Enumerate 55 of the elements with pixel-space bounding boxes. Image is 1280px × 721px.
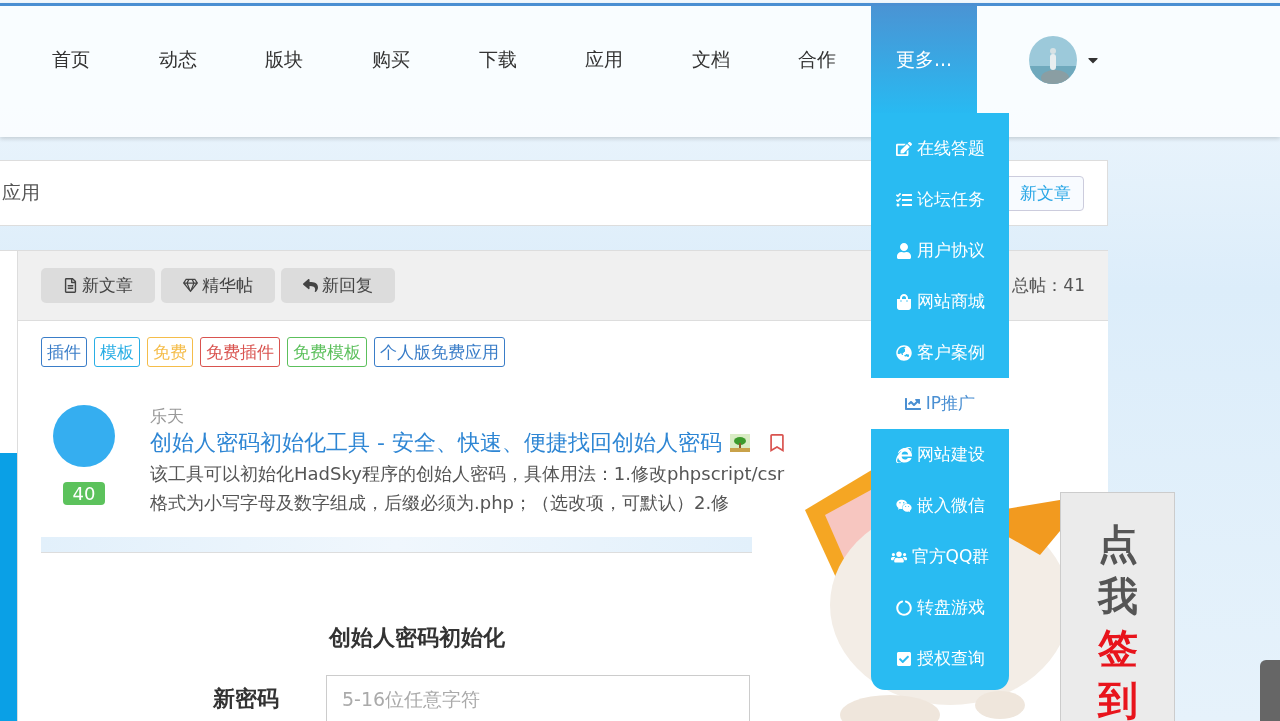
menu-item[interactable]: 嵌入微信 xyxy=(871,480,1009,531)
nav-link[interactable]: 下载 xyxy=(444,6,551,114)
bookmark-icon[interactable] xyxy=(767,433,786,452)
post-count: 总帖：41 xyxy=(1012,273,1085,297)
filter-button[interactable]: 新回复 xyxy=(281,267,395,303)
tag-link[interactable]: 插件 xyxy=(41,336,87,367)
nav-link[interactable]: 更多... xyxy=(870,6,978,114)
author-name[interactable]: 乐天 xyxy=(150,404,786,427)
post-summary: 该工具可以初始化HadSky程序的创始人密码，具体用法：1.修改phpscript/csr xyxy=(150,461,786,486)
circle-arrow-icon xyxy=(895,599,912,616)
menu-item[interactable]: IP推广 xyxy=(871,378,1009,429)
breadcrumb-text[interactable]: 应用 xyxy=(2,180,40,206)
tag-link[interactable]: 免费模板 xyxy=(287,336,367,367)
filter-button[interactable]: 精华帖 xyxy=(161,267,275,303)
e-letter-icon xyxy=(895,446,912,463)
preview-heading: 创始人密码初始化 xyxy=(329,623,505,652)
globe-icon xyxy=(895,344,912,361)
menu-item[interactable]: 网站建设 xyxy=(871,429,1009,480)
post-title[interactable]: 创始人密码初始化工具 - 安全、快速、便捷找回创始人密码 xyxy=(150,426,722,459)
menu-item[interactable]: 用户协议 xyxy=(871,225,1009,276)
list-icon xyxy=(895,191,912,208)
edit-icon xyxy=(895,140,912,157)
nav-link[interactable]: 动态 xyxy=(124,6,232,114)
password-field[interactable]: 5-16位任意字符 xyxy=(326,674,750,721)
menu-item[interactable]: 在线答题 xyxy=(871,123,1009,174)
field-label: 新密码 xyxy=(213,684,279,713)
tag-link[interactable]: 模板 xyxy=(94,336,140,367)
tag-link[interactable]: 免费插件 xyxy=(200,336,280,367)
reply-icon xyxy=(303,277,318,293)
menu-item[interactable]: 客户案例 xyxy=(871,327,1009,378)
user-icon xyxy=(895,242,912,259)
nav-link[interactable]: 版块 xyxy=(231,6,338,114)
post-summary: 格式为小写字母及数字组成，后缀必须为.php；（选改项，可默认）2.修 xyxy=(150,490,731,515)
chat-bubbles-icon xyxy=(895,497,912,514)
sign-text: 签到 xyxy=(1097,624,1138,721)
tag-link[interactable]: 个人版免费应用 xyxy=(374,336,505,367)
document-icon xyxy=(63,277,78,293)
filter-button[interactable]: 新文章 xyxy=(41,267,155,303)
nav-link[interactable]: 应用 xyxy=(550,6,658,114)
image-icon xyxy=(729,433,750,452)
nav-link[interactable]: 文档 xyxy=(657,6,765,114)
nav-link[interactable]: 首页 xyxy=(18,6,125,114)
menu-item[interactable]: 官方QQ群 xyxy=(871,531,1009,582)
line-chart-icon xyxy=(904,395,921,412)
nav-link[interactable]: 合作 xyxy=(764,6,871,114)
diamond-icon xyxy=(183,277,198,293)
score-badge: 40 xyxy=(62,481,106,505)
sign-board[interactable]: 点我 签到 xyxy=(1060,492,1175,721)
menu-item[interactable]: 转盘游戏 xyxy=(871,582,1009,633)
menu-item[interactable]: 网站商城 xyxy=(871,276,1009,327)
sign-text: 点我 xyxy=(1097,520,1138,621)
nav-link[interactable]: 购买 xyxy=(337,6,445,114)
checkbox-icon xyxy=(895,650,912,667)
bag-icon xyxy=(895,293,912,310)
menu-item[interactable]: 授权查询 xyxy=(871,633,1009,684)
